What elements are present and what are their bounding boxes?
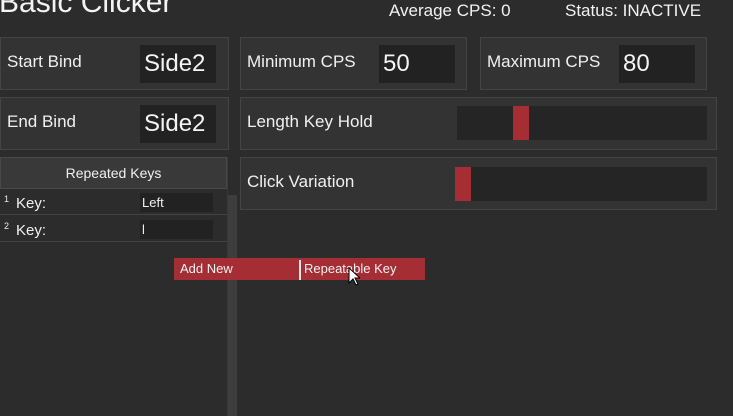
repeated-key-label: Key: [16,222,47,239]
length-key-hold-slider[interactable] [457,106,707,140]
length-key-hold-slider-thumb[interactable] [513,106,530,140]
add-repeatable-key-menu[interactable]: Add New Repeatable Key [174,258,425,280]
menu-divider [299,260,301,280]
end-bind-panel: End Bind Side2 [0,97,229,150]
repeated-keys-header: Repeated Keys [0,157,227,189]
minimum-cps-field[interactable]: 50 [379,45,455,83]
repeated-key-field[interactable]: Left [140,193,213,212]
click-variation-label: Click Variation [247,172,355,191]
repeated-key-field[interactable]: l [140,220,213,239]
length-key-hold-label: Length Key Hold [247,112,373,131]
repeated-key-index: 1 [4,194,10,204]
maximum-cps-field[interactable]: 80 [619,45,695,83]
click-variation-slider[interactable] [455,167,707,201]
repeated-keys-scrollbar[interactable] [228,195,237,416]
add-new-menu-item[interactable]: Add New [180,261,233,277]
start-bind-label: Start Bind [7,52,82,71]
end-bind-label: End Bind [7,112,76,131]
click-variation-slider-thumb[interactable] [455,167,471,201]
status-readout: Status: INACTIVE [565,1,702,20]
repeated-keys-panel: Repeated Keys 1 Key: Left 2 Key: l [0,157,228,416]
end-bind-field[interactable]: Side2 [140,105,216,143]
repeated-key-row: 2 Key: l [0,218,227,242]
app-title: Basic Clicker [0,0,173,19]
average-cps-readout: Average CPS: 0 [389,1,511,20]
click-variation-panel: Click Variation [240,157,717,210]
start-bind-field[interactable]: Side2 [140,45,216,83]
repeated-key-label: Key: [16,195,47,212]
arrow-cursor-icon [348,267,360,286]
repeated-key-row: 1 Key: Left [0,191,227,215]
maximum-cps-label: Maximum CPS [487,52,601,71]
minimum-cps-label: Minimum CPS [247,52,356,71]
minimum-cps-panel: Minimum CPS 50 [240,37,467,90]
length-key-hold-panel: Length Key Hold [240,97,717,150]
start-bind-panel: Start Bind Side2 [0,37,229,90]
maximum-cps-panel: Maximum CPS 80 [480,37,707,90]
repeated-key-index: 2 [4,221,10,231]
